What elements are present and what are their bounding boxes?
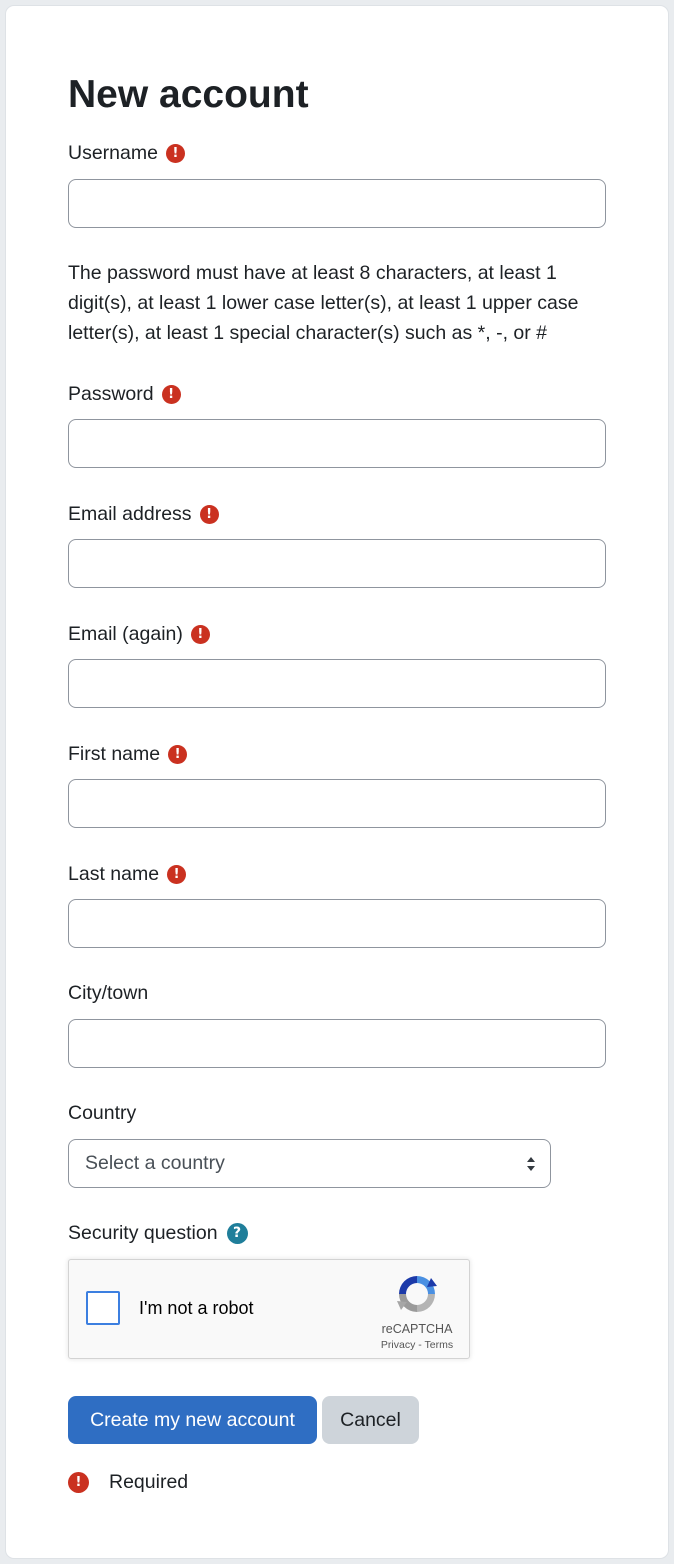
last-name-label: Last name [68,862,160,885]
last-name-input[interactable] [68,899,606,948]
city-label-row: City/town [68,981,148,1005]
recaptcha-brand: reCAPTCHA [381,1322,453,1336]
recaptcha-widget: I'm not a robot reCAPTCHA Privacy - Term… [68,1259,470,1359]
recaptcha-links: Privacy - Terms [369,1339,465,1351]
first-name-label: First name [68,742,161,765]
country-label: Country [68,1101,137,1124]
username-label-row: Username ! [68,141,185,165]
security-question-label: Security question [68,1221,218,1244]
username-input[interactable] [68,179,606,228]
cancel-button[interactable]: Cancel [322,1396,419,1444]
username-label: Username [68,141,158,164]
email-again-label: Email (again) [68,622,183,645]
required-icon: ! [168,744,188,764]
recaptcha-link-separator: - [415,1339,425,1351]
required-icon: ! [161,384,181,404]
create-account-button[interactable]: Create my new account [68,1396,317,1444]
last-name-label-row: Last name ! [68,862,187,886]
email-again-input[interactable] [68,659,606,708]
password-label-row: Password ! [68,382,181,406]
first-name-label-row: First name ! [68,742,188,766]
required-icon: ! [190,624,210,644]
required-legend-label: Required [109,1470,189,1493]
email-label-row: Email address ! [68,502,219,526]
required-icon: ! [68,1471,89,1493]
recaptcha-terms-link[interactable]: Terms [425,1339,454,1351]
country-select-value: Select a country [85,1152,225,1174]
recaptcha-privacy-link[interactable]: Privacy [381,1339,415,1351]
country-select[interactable]: Select a country [68,1139,551,1188]
recaptcha-checkbox[interactable] [86,1291,120,1325]
city-label: City/town [68,981,149,1004]
page-title: New account [68,73,309,116]
recaptcha-label: I'm not a robot [139,1298,254,1318]
recaptcha-logo-icon [397,1276,437,1312]
required-legend: ! Required [68,1470,188,1494]
required-icon: ! [167,864,187,884]
select-arrows-icon [527,1157,535,1171]
city-input[interactable] [68,1019,606,1068]
required-icon: ! [199,504,219,524]
email-input[interactable] [68,539,606,588]
email-label: Email address [68,502,192,525]
required-icon: ! [165,143,185,163]
password-input[interactable] [68,419,606,468]
password-hint: The password must have at least 8 charac… [68,262,579,344]
password-label: Password [68,382,154,405]
email-again-label-row: Email (again) ! [68,622,210,646]
help-icon[interactable]: ? [226,1222,248,1244]
country-label-row: Country [68,1101,136,1125]
first-name-input[interactable] [68,779,606,828]
security-question-label-row: Security question ? [68,1221,248,1245]
